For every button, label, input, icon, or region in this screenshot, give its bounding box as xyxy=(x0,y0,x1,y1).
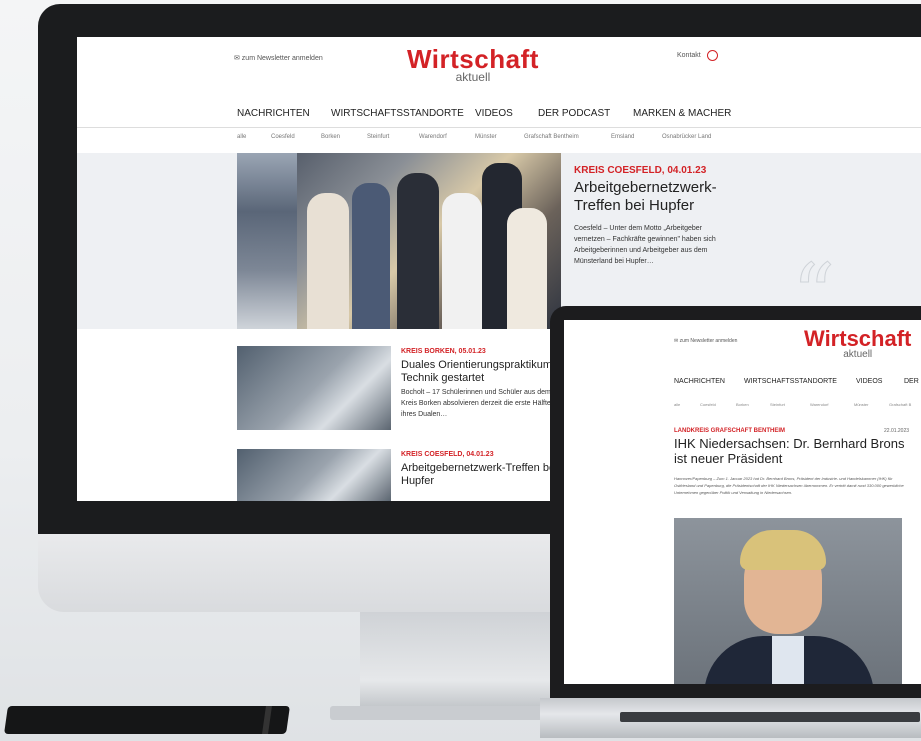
region-coesfeld[interactable]: Coesfeld xyxy=(700,402,716,407)
person-figure xyxy=(442,193,482,329)
article-lead: Hannover/Papenburg – Zum 1. Januar 2023 … xyxy=(674,476,904,495)
person-figure xyxy=(352,183,390,329)
nav-item-marken-macher[interactable]: MARKEN & MACHER xyxy=(633,108,731,119)
portrait-shirt xyxy=(772,636,804,684)
region-grafschaft-bentheim[interactable]: Grafschaft Bentheim xyxy=(524,134,579,140)
article-portrait-photo xyxy=(674,518,902,684)
region-nav: alle Coesfeld Borken Steinfurt Warendorf… xyxy=(77,131,921,147)
hero-article[interactable]: KREIS COESFELD, 04.01.23 Arbeitgebernetz… xyxy=(77,153,921,338)
region-borken[interactable]: Borken xyxy=(736,402,749,407)
region-grafschaft-bentheim[interactable]: Grafschaft B xyxy=(889,402,911,407)
article-card[interactable]: KREIS BORKEN, 05.01.23 Duales Orientieru… xyxy=(237,346,557,430)
article-kicker: KREIS COESFELD, 04.01.23 xyxy=(401,451,494,458)
person-figure xyxy=(507,208,547,329)
laptop-screen: ✉ zum Newsletter anmelden Wirtschaft akt… xyxy=(564,320,921,684)
region-alle[interactable]: alle xyxy=(674,402,680,407)
article-title[interactable]: Duales Orientierungspraktikum Technik ge… xyxy=(401,359,561,385)
site-logo[interactable]: Wirtschaft aktuell xyxy=(804,326,912,361)
hero-photo[interactable] xyxy=(237,153,561,329)
hero-teaser: Coesfeld – Unter dem Motto „Arbeitgeber … xyxy=(574,225,716,265)
article-date: 22.01.2023 xyxy=(884,428,910,434)
region-borken[interactable]: Borken xyxy=(321,134,340,140)
nav-item-podcast[interactable]: DER PODCAST xyxy=(538,108,610,119)
site-header: ✉ zum Newsletter anmelden Wirtschaft akt… xyxy=(77,37,921,103)
search-icon[interactable] xyxy=(707,50,718,61)
region-alle[interactable]: alle xyxy=(237,134,246,140)
article-kicker: KREIS BORKEN, 05.01.23 xyxy=(401,348,486,355)
region-muenster[interactable]: Münster xyxy=(475,134,497,140)
laptop-keyboard xyxy=(620,712,920,722)
nav-item-wirtschaftsstandorte[interactable]: WIRTSCHAFTSSTANDORTE xyxy=(331,108,464,119)
nav-item-podcast[interactable]: DER xyxy=(904,378,919,385)
article-thumbnail[interactable] xyxy=(237,449,391,501)
logo-word: Wirtschaft xyxy=(804,326,912,351)
notebook-band xyxy=(262,706,272,734)
main-nav: NACHRICHTEN WIRTSCHAFTSSTANDORTE VIDEOS … xyxy=(564,378,921,392)
nav-item-nachrichten[interactable]: NACHRICHTEN xyxy=(674,378,725,385)
newsletter-link[interactable]: ✉ zum Newsletter anmelden xyxy=(674,338,737,344)
region-steinfurt[interactable]: Steinfurt xyxy=(367,134,389,140)
logo-word: Wirtschaft xyxy=(407,44,539,74)
portrait-hair xyxy=(740,530,826,570)
contact-link[interactable]: Kontakt xyxy=(677,52,701,59)
photo-collage-wall xyxy=(237,153,297,329)
person-figure xyxy=(307,193,349,329)
region-emsland[interactable]: Emsland xyxy=(611,134,634,140)
region-osnabruecker-land[interactable]: Osnabrücker Land xyxy=(662,134,711,140)
notebook-prop xyxy=(4,706,290,734)
main-nav: NACHRICHTEN WIRTSCHAFTSSTANDORTE VIDEOS … xyxy=(77,103,921,128)
region-coesfeld[interactable]: Coesfeld xyxy=(271,134,295,140)
newsletter-link[interactable]: ✉ zum Newsletter anmelden xyxy=(234,54,323,62)
region-muenster[interactable]: Münster xyxy=(854,402,868,407)
region-steinfurt[interactable]: Steinfurt xyxy=(770,402,785,407)
article-thumbnail[interactable] xyxy=(237,346,391,430)
site-logo[interactable]: Wirtschaft aktuell xyxy=(407,46,539,84)
person-figure xyxy=(397,173,439,329)
article-title: IHK Niedersachsen: Dr. Bernhard Brons is… xyxy=(674,436,905,466)
hero-title[interactable]: Arbeitgebernetzwerk-Treffen bei Hupfer xyxy=(574,179,754,215)
article-kicker: LANDKREIS GRAFSCHAFT BENTHEIM xyxy=(674,428,785,434)
hero-kicker: KREIS COESFELD, 04.01.23 xyxy=(574,165,707,176)
article-teaser: Bocholt – 17 Schülerinnen und Schüler au… xyxy=(401,389,551,418)
nav-item-videos[interactable]: VIDEOS xyxy=(856,378,882,385)
nav-item-videos[interactable]: VIDEOS xyxy=(475,108,513,119)
article-card[interactable]: KREIS COESFELD, 04.01.23 Arbeitgebernetz… xyxy=(237,449,558,501)
region-warendorf[interactable]: Warendorf xyxy=(419,134,447,140)
imac-stand xyxy=(360,612,550,710)
nav-item-wirtschaftsstandorte[interactable]: WIRTSCHAFTSSTANDORTE xyxy=(744,378,837,385)
nav-item-nachrichten[interactable]: NACHRICHTEN xyxy=(237,108,310,119)
region-warendorf[interactable]: Warendorf xyxy=(810,402,829,407)
article-title[interactable]: Arbeitgebernetzwerk-Treffen bei Hupfer xyxy=(401,462,561,488)
